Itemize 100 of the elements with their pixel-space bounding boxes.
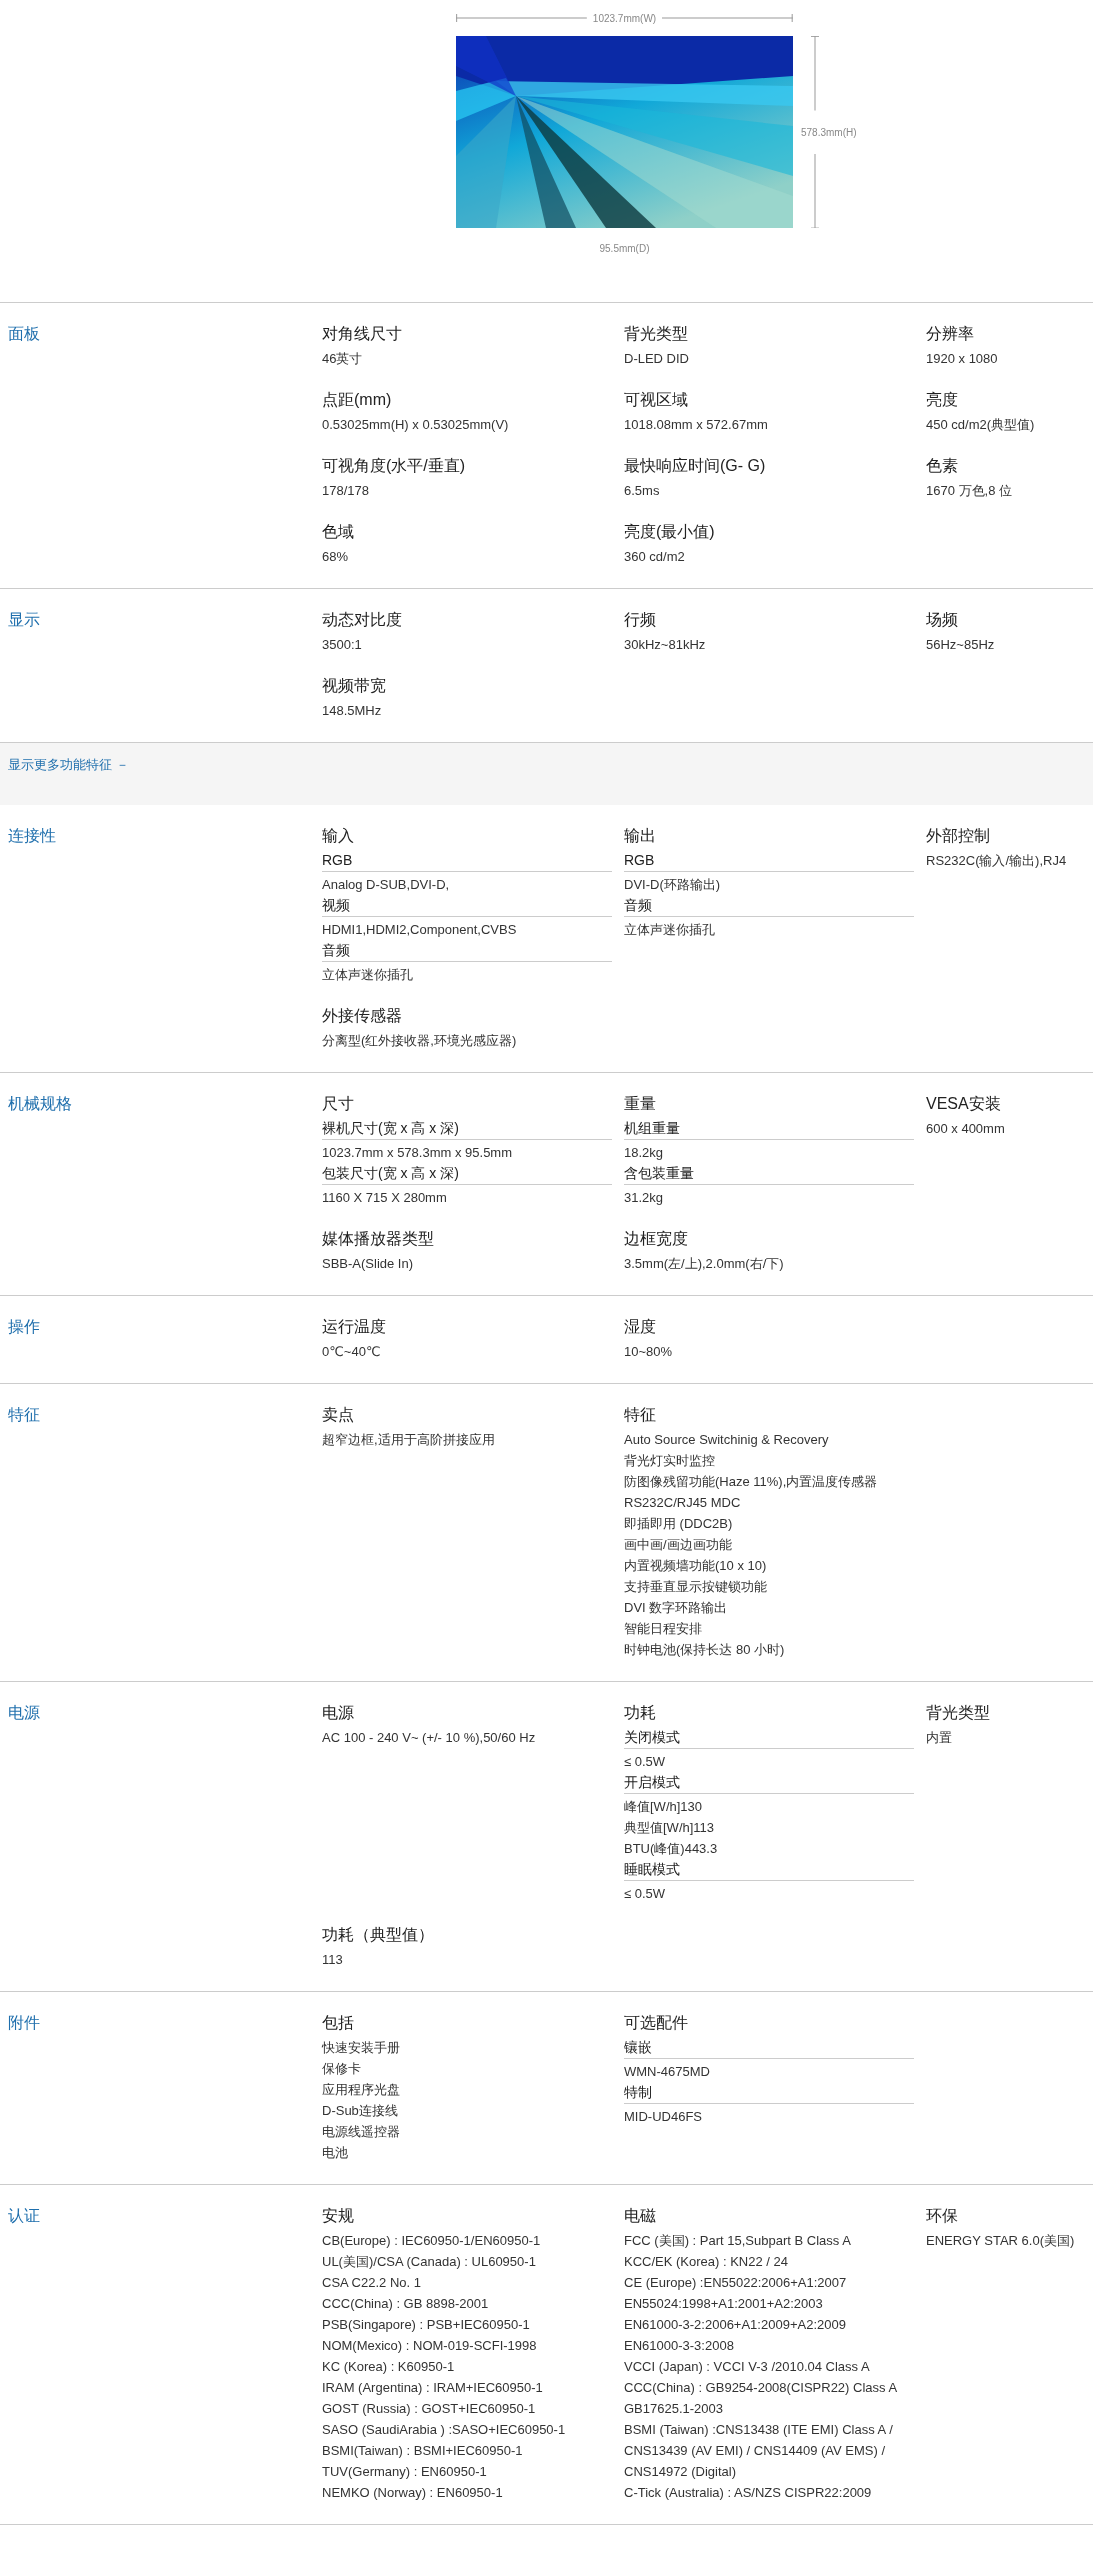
spec-value: 3.5mm(左/上),2.0mm(右/下) [624,1255,785,1273]
spec-title: 最快响应时间(G- G) [624,456,767,476]
spec-value: 电池 [322,2144,349,2162]
spec-title: 功耗（典型值） [322,1925,435,1945]
spec-value: DVI-D(环路输出) [624,876,722,894]
spec-value: 分离型(红外接收器,环境光感应器) [322,1032,518,1050]
spec-value: 10~80% [624,1343,674,1361]
spec-value: 56Hz~85Hz [926,636,996,654]
spec-value: CE (Europe) :EN55022:2006+A1:2007 [624,2274,848,2292]
spec-title: 动态对比度 [322,610,403,630]
spec-title: 安规 [322,2206,355,2226]
spec-value: HDMI1,HDMI2,Component,CVBS [322,921,518,939]
spec-value: EN61000-3-2:2006+A1:2009+A2:2009 [624,2316,847,2334]
spec-value: 31.2kg [624,1189,665,1207]
spec-sublabel: 裸机尺寸(宽 x 高 x 深) [322,1118,612,1140]
spec-value: 1920 x 1080 [926,350,999,368]
spec-value: 立体声迷你插孔 [624,921,716,939]
spec-value: 应用程序光盘 [322,2081,401,2099]
spec-value: Auto Source Switchinig & Recovery [624,1431,830,1449]
spec-sublabel: 机组重量 [624,1118,914,1140]
spec-value: 画中画/画边画功能 [624,1536,733,1554]
spec-value: CCC(China) : GB9254-2008(CISPR22) Class A [624,2379,899,2397]
spec-sublabel: RGB [322,850,612,872]
width-dimension: 1023.7mm(W) [592,12,657,24]
spec-value: 时钟电池(保持长达 80 小时) [624,1641,786,1659]
spec-title: 对角线尺寸 [322,324,403,344]
spec-value: CSA C22.2 No. 1 [322,2274,422,2292]
spec-value: 支持垂直显示按键锁功能 [624,1578,768,1596]
spec-value: VCCI (Japan) : VCCI V-3 /2010.04 Class A [624,2358,871,2376]
spec-sublabel: 关闭模式 [624,1727,914,1749]
spec-value: PSB(Singapore) : PSB+IEC60950-1 [322,2316,531,2334]
spec-sublabel: 特制 [624,2082,914,2104]
spec-sublabel: 睡眠模式 [624,1859,914,1881]
spec-title: 功耗 [624,1703,657,1723]
spec-value: 30kHz~81kHz [624,636,707,654]
spec-title: 可视角度(水平/垂直) [322,456,467,476]
spec-title: 视频带宽 [322,676,387,696]
spec-title: 卖点 [322,1405,355,1425]
height-dimension: 578.3mm(H) [801,126,857,138]
spec-sublabel: 镶嵌 [624,2037,914,2059]
spec-value: 1160 X 715 X 280mm [322,1189,448,1207]
spec-title: 电源 [322,1703,355,1723]
spec-value: TUV(Germany) : EN60950-1 [322,2463,488,2481]
spec-title: 输出 [624,826,657,846]
spec-title: 重量 [624,1094,657,1114]
spec-value: 3500:1 [322,636,363,654]
spec-title: 边框宽度 [624,1229,689,1249]
spec-title: 尺寸 [322,1094,355,1114]
spec-value: 智能日程安排 [624,1620,703,1638]
section-label: 特征 [8,1405,41,1425]
spec-value: IRAM (Argentina) : IRAM+IEC60950-1 [322,2379,544,2397]
spec-value: 1018.08mm x 572.67mm [624,416,769,434]
spec-title: 可选配件 [624,2013,689,2033]
spec-title: VESA安装 [926,1094,1002,1114]
spec-value: 背光灯实时监控 [624,1452,716,1470]
spec-title: 背光类型 [624,324,689,344]
spec-value: 0.53025mm(H) x 0.53025mm(V) [322,416,510,434]
spec-title: 亮度 [926,390,959,410]
spec-value: BSMI(Taiwan) : BSMI+IEC60950-1 [322,2442,524,2460]
spec-sublabel: 视频 [322,895,612,917]
spec-title: 亮度(最小值) [624,522,716,542]
spec-value: RS232C(输入/输出),RJ4 [926,852,1068,870]
depth-dimension: 95.5mm(D) [599,242,650,254]
section-label: 操作 [8,1317,41,1337]
spec-sublabel: 包装尺寸(宽 x 高 x 深) [322,1163,612,1185]
section-label: 机械规格 [8,1094,73,1114]
spec-value: D-Sub连接线 [322,2102,399,2120]
spec-title: 湿度 [624,1317,657,1337]
section-label: 附件 [8,2013,41,2033]
spec-value: 内置视频墙功能(10 x 10) [624,1557,768,1575]
spec-sublabel: 开启模式 [624,1772,914,1794]
spec-value: 电源线遥控器 [322,2123,401,2141]
spec-value: DVI 数字环路输出 [624,1599,729,1617]
spec-value: 超窄边框,适用于高阶拼接应用 [322,1431,496,1449]
spec-title: 可视区域 [624,390,689,410]
spec-value: GOST (Russia) : GOST+IEC60950-1 [322,2400,537,2418]
spec-value: KC (Korea) : K60950-1 [322,2358,456,2376]
spec-sublabel: 含包装重量 [624,1163,914,1185]
spec-value: FCC (美国) : Part 15,Subpart B Class A [624,2232,852,2250]
spec-value: 18.2kg [624,1144,665,1162]
spec-value: 快速安装手册 [322,2039,401,2057]
show-more-link[interactable]: 显示更多功能特征 － [8,757,129,772]
spec-title: 特征 [624,1405,657,1425]
spec-value: ≤ 0.5W [624,1753,667,1771]
spec-value: D-LED DID [624,350,690,368]
spec-value: 内置 [926,1729,953,1747]
spec-value: GB17625.1-2003 [624,2400,725,2418]
spec-title: 色域 [322,522,355,542]
spec-value: 立体声迷你插孔 [322,966,414,984]
spec-value: BSMI (Taiwan) :CNS13438 (ITE EMI) Class A / CNS13439 (AV EMI) / CNS14409 (AV EMS) / CNS14972 (Digital) [624,2421,894,2481]
spec-value: MID-UD46FS [624,2108,703,2126]
spec-value: 1670 万色,8 位 [926,482,1013,500]
spec-value: 46英寸 [322,350,364,368]
section-label: 认证 [8,2206,41,2226]
spec-value: AC 100 - 240 V~ (+/- 10 %),50/60 Hz [322,1729,537,1747]
spec-value: NOM(Mexico) : NOM-019-SCFI-1998 [322,2337,538,2355]
spec-value: 保修卡 [322,2060,362,2078]
spec-sublabel: RGB [624,850,914,872]
spec-value: EN55024:1998+A1:2001+A2:2003 [624,2295,824,2313]
section-label: 连接性 [8,826,57,846]
